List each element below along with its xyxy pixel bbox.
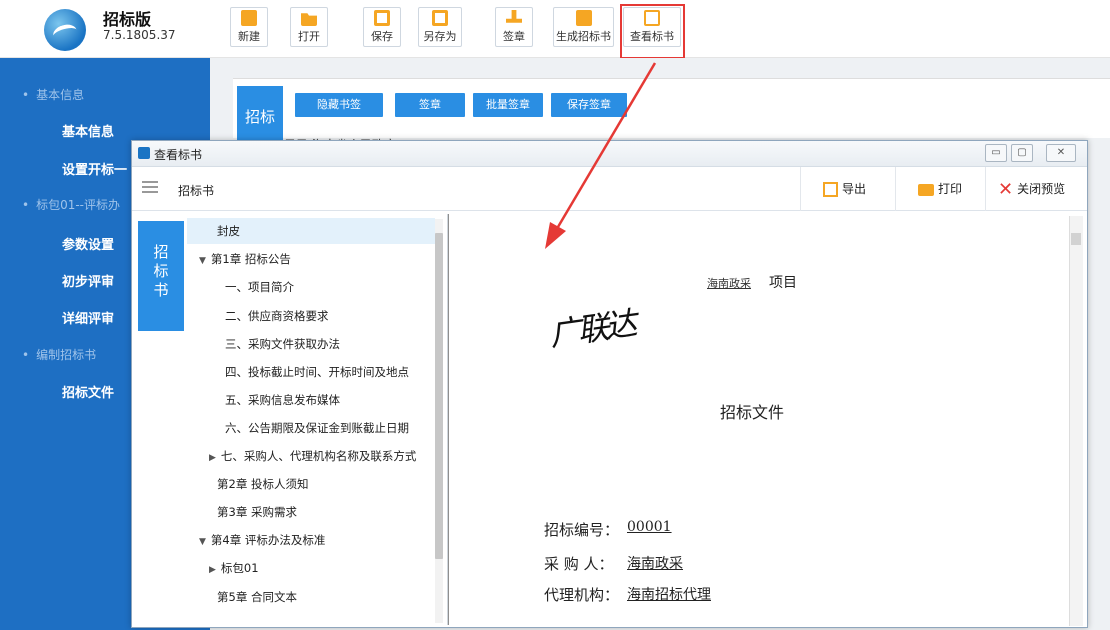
top-toolbar: 招标版 7.5.1805.37 新建 打开 保存 另存为 签章 生成招标书 查看…	[0, 0, 1110, 59]
dialog-title: 查看标书	[154, 148, 203, 162]
close-preview-button[interactable]: ✕ 关闭预览	[985, 167, 1087, 211]
save-button[interactable]: 保存	[363, 7, 401, 47]
sidebar-section-basic[interactable]: 基本信息	[22, 86, 84, 103]
bg-tab-bid[interactable]: 招标	[237, 86, 283, 146]
save-as-button[interactable]: 另存为	[418, 7, 462, 47]
doc-field-label: 采 购 人：	[544, 555, 614, 573]
doc-scroll-thumb[interactable]	[1071, 233, 1081, 245]
toc-item[interactable]: 第2章 投标人须知	[187, 471, 435, 497]
toc-panel: 封皮 ▼ 第1章 招标公告 一、项目简介 二、供应商资格要求 三、采购文件获取办法…	[187, 214, 448, 625]
sidebar-section-package[interactable]: 标包01--评标办	[22, 196, 120, 213]
open-button[interactable]: 打开	[290, 7, 328, 47]
toc-item[interactable]: 二、供应商资格要求	[187, 303, 435, 329]
stamp-button-label: 签章	[503, 30, 525, 43]
doc-field-label: 招标编号：	[544, 521, 620, 539]
app-name: 招标版	[103, 10, 152, 29]
toc-item[interactable]: ▶ 七、采购人、代理机构名称及联系方式	[187, 443, 435, 469]
toc-item[interactable]: 封皮	[187, 218, 435, 244]
new-button-label: 新建	[238, 30, 260, 43]
sidebar-item-parameters[interactable]: 参数设置	[62, 234, 114, 253]
doc-field-label: 代理机构：	[544, 586, 620, 604]
sidebar-item-detailed-review[interactable]: 详细评审	[62, 308, 114, 327]
save-icon	[374, 10, 390, 26]
toc-item[interactable]: 一、项目简介	[187, 274, 435, 300]
toc-item[interactable]: 第3章 采购需求	[187, 499, 435, 525]
app-version: 7.5.1805.37	[103, 28, 176, 42]
export-label: 导出	[842, 182, 867, 196]
print-icon	[918, 183, 934, 196]
close-preview-label: 关闭预览	[1017, 182, 1066, 196]
view-doc-dialog: 查看标书 ▭ ▢ ✕ 招标书 导出 打印 ✕ 关闭预览 招 标 书 封皮 ▼ 第…	[131, 140, 1088, 628]
vtab-char-2: 标	[153, 262, 169, 280]
sidebar-section-compile[interactable]: 编制招标书	[22, 346, 96, 363]
new-button[interactable]: 新建	[230, 7, 268, 47]
toc-item[interactable]: 五、采购信息发布媒体	[187, 387, 435, 413]
print-button[interactable]: 打印	[895, 167, 980, 211]
highlight-box	[620, 4, 685, 59]
toc-item[interactable]: 四、投标截止时间、开标时间及地点	[187, 359, 435, 385]
sidebar-item-opening-setup[interactable]: 设置开标一	[62, 159, 127, 178]
doc-field-value: 00001	[627, 519, 672, 535]
toc-item[interactable]: ▼ 第1章 招标公告	[187, 246, 435, 272]
save-as-icon	[432, 10, 448, 26]
sidebar-item-bid-file[interactable]: 招标文件	[62, 382, 114, 401]
save-as-button-label: 另存为	[423, 30, 457, 43]
toc-item[interactable]: 第5章 合同文本	[187, 584, 435, 610]
stamp-icon	[506, 10, 522, 23]
new-file-icon	[241, 10, 257, 26]
export-icon	[823, 182, 838, 197]
vtab-char-1: 招	[153, 243, 169, 261]
dialog-app-icon	[138, 147, 150, 159]
sidebar-item-preliminary-review[interactable]: 初步评审	[62, 271, 114, 290]
document-preview: 海南政采 项目 广联达 招标文件 招标编号： 00001 采 购 人： 海南政采…	[448, 214, 1072, 625]
export-button[interactable]: 导出	[800, 167, 885, 211]
doc-project-suffix: 项目	[769, 275, 797, 291]
minimize-button[interactable]: ▭	[985, 144, 1007, 162]
folder-open-icon	[301, 13, 317, 26]
generate-bid-doc-button[interactable]: 生成招标书	[553, 7, 614, 47]
vertical-tab-bid-doc[interactable]: 招 标 书	[138, 221, 184, 331]
maximize-button[interactable]: ▢	[1011, 144, 1033, 162]
doc-scrollbar[interactable]	[1069, 216, 1083, 626]
toc-scroll-thumb[interactable]	[435, 233, 443, 559]
save-button-label: 保存	[371, 30, 393, 43]
doc-field-value: 海南政采	[627, 556, 683, 572]
print-label: 打印	[938, 182, 963, 196]
menu-icon[interactable]	[142, 181, 158, 193]
app-logo	[44, 9, 86, 51]
doc-title: 招标文件	[720, 403, 785, 422]
toc-item[interactable]: 六、公告期限及保证金到账截止日期	[187, 415, 435, 441]
toc-item[interactable]: 三、采购文件获取办法	[187, 331, 435, 357]
dialog-titlebar: 查看标书 ▭ ▢ ✕	[132, 141, 1087, 167]
bg-stamp-button[interactable]: 签章	[395, 93, 465, 117]
save-stamp-button[interactable]: 保存签章	[551, 93, 627, 117]
toc-item[interactable]: ▶ 标包01	[187, 555, 435, 581]
hide-bookmark-button[interactable]: 隐藏书签	[295, 93, 383, 117]
open-button-label: 打开	[298, 30, 320, 43]
doc-signature: 广联达	[547, 304, 636, 354]
close-x-icon: ✕	[998, 178, 1014, 200]
stamp-button[interactable]: 签章	[495, 7, 533, 47]
close-window-button[interactable]: ✕	[1046, 144, 1076, 162]
dialog-label: 招标书	[178, 184, 215, 198]
toc-item[interactable]: ▼ 第4章 评标办法及标准	[187, 527, 435, 553]
vtab-char-3: 书	[153, 281, 169, 299]
sidebar-item-basic-info[interactable]: 基本信息	[62, 121, 114, 140]
batch-stamp-button[interactable]: 批量签章	[473, 93, 543, 117]
dialog-toolbar: 招标书 导出 打印 ✕ 关闭预览	[132, 167, 1087, 211]
generate-doc-icon	[575, 10, 592, 26]
doc-project-prefix: 海南政采	[707, 277, 751, 290]
generate-button-label: 生成招标书	[556, 30, 611, 43]
doc-field-value: 海南招标代理	[627, 587, 711, 603]
